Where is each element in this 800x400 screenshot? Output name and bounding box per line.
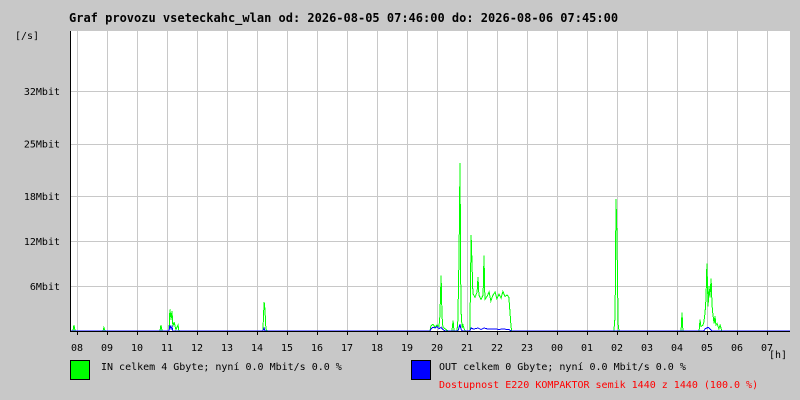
x-tick-label-4: 12 (191, 343, 203, 354)
x-tick-label-11: 19 (401, 343, 413, 354)
x-tick-label-14: 22 (491, 343, 503, 354)
x-tick-label-19: 03 (641, 343, 653, 354)
legend-swatch-in (70, 360, 90, 380)
x-tick-label-18: 02 (611, 343, 623, 354)
y-tick-label-2: 18Mbit (24, 192, 60, 203)
x-tick-label-16: 00 (551, 343, 563, 354)
x-tick-label-17: 01 (581, 343, 593, 354)
x-tick-label-3: 11 (161, 343, 173, 354)
x-tick-label-6: 14 (251, 343, 263, 354)
y-tick-label-4: 32Mbit (24, 87, 60, 98)
x-tick-label-12: 20 (431, 343, 443, 354)
x-tick-label-10: 18 (371, 343, 383, 354)
y-tick-label-1: 12Mbit (24, 237, 60, 248)
x-tick-label-13: 21 (461, 343, 473, 354)
x-tick-label-7: 15 (281, 343, 293, 354)
x-tick-label-21: 05 (701, 343, 713, 354)
traffic-chart: 6Mbit 12Mbit 18Mbit 25Mbit 32Mbit 08 09 10 11 12… (24, 31, 790, 354)
y-tick-label-0: 6Mbit (30, 282, 60, 293)
x-axis-unit-label: [h] (769, 350, 788, 361)
availability-text: Dostupnost E220 KOMPAKTOR semik 1440 z 1… (439, 380, 759, 391)
legend-swatch-out (411, 360, 431, 380)
x-tick-label-5: 13 (221, 343, 233, 354)
x-tick-labels: 08 09 10 11 12 13 14 15 16 17 18 19 20 21 22 23 00 01 02 03… (71, 343, 773, 354)
x-tick-label-1: 09 (101, 343, 113, 354)
x-tick-label-2: 10 (131, 343, 143, 354)
y-tick-label-3: 25Mbit (24, 140, 60, 151)
y-tick-labels: 6Mbit 12Mbit 18Mbit 25Mbit 32Mbit (24, 87, 60, 293)
x-tick-label-8: 16 (311, 343, 323, 354)
graph-window: Graf provozu vseteckahc_wlan od: 2026-08… (0, 0, 800, 400)
x-tick-label-15: 23 (521, 343, 533, 354)
x-tick-label-0: 08 (71, 343, 83, 354)
x-tick-label-22: 06 (731, 343, 743, 354)
legend-out-text: OUT celkem 0 Gbyte; nyní 0.0 Mbit/s 0.0 … (439, 362, 686, 373)
x-tick-label-20: 04 (671, 343, 683, 354)
legend-in-text: IN celkem 4 Gbyte; nyní 0.0 Mbit/s 0.0 % (101, 362, 342, 373)
x-tick-label-9: 17 (341, 343, 353, 354)
